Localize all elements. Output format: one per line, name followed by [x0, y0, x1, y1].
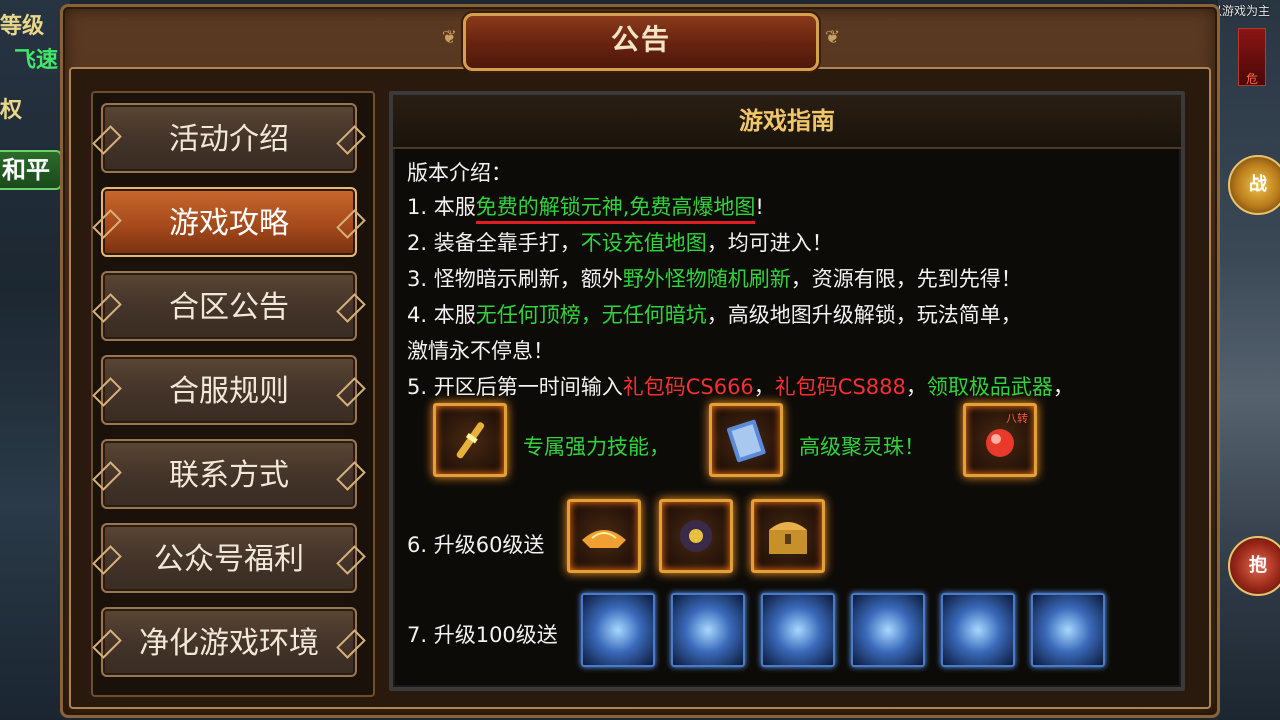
- guide-line-6: 6. 升级60级送: [407, 533, 545, 557]
- guide-line-2: 2. 装备全靠手打，不设充值地图，均可进入！: [407, 227, 833, 257]
- guide-line-4-highlight: 无任何顶榜，无任何暗坑: [475, 303, 707, 327]
- guide-intro: 版本介绍：: [407, 161, 512, 185]
- hud-level-label: 等级: [0, 14, 45, 39]
- peace-mode-button[interactable]: 和平: [0, 150, 62, 190]
- guide-line-3-prefix: 3. 怪物暗示刷新，额外: [407, 267, 623, 291]
- menu-item-clean-environment[interactable]: 净化游戏环境: [101, 607, 357, 677]
- hud-fly-label[interactable]: 飞速: [14, 42, 58, 74]
- helmet-item-icon[interactable]: [659, 499, 733, 573]
- guide-line-5-highlight: 领取极品武器: [926, 375, 1053, 399]
- guide-line-5-sep-2: ，: [905, 375, 927, 399]
- guide-line-4-continued: 激情永不停息！: [407, 339, 554, 363]
- guide-line-1-highlight: 免费的解锁元神,免费高爆地图: [475, 195, 756, 224]
- orb-badge: 八转: [1006, 412, 1028, 425]
- spirit-card-icon-2[interactable]: [941, 593, 1015, 667]
- guide-line-1-prefix: 1. 本服: [407, 195, 476, 219]
- menu-sidebar: 活动介绍 游戏攻略 合区公告 合服规则 联系方式 公众号福利 净化游戏环境: [91, 91, 375, 697]
- menu-item-wechat-benefits[interactable]: 公众号福利: [101, 523, 357, 593]
- panel-title: 公告: [463, 13, 819, 71]
- spirit-orb-icon[interactable]: 八转: [963, 403, 1037, 477]
- spirit-card-icon-3[interactable]: [1031, 593, 1105, 667]
- menu-item-contact[interactable]: 联系方式: [101, 439, 357, 509]
- guide-line-5-sep-1: ，: [753, 375, 775, 399]
- menu-item-activity[interactable]: 活动介绍: [101, 103, 357, 173]
- guide-line-5-prefix: 5. 开区后第一时间输入: [407, 375, 623, 399]
- reward-spirit-orb: 高级聚灵珠！: [799, 435, 925, 459]
- guide-line-1: 1. 本服免费的解锁元神,免费高爆地图!: [407, 191, 764, 224]
- guide-line-3-highlight: 野外怪物随机刷新: [622, 267, 791, 291]
- mount-card-icon-2[interactable]: [671, 593, 745, 667]
- guide-line-2-suffix: ，均可进入！: [706, 231, 833, 255]
- guide-line-1-suffix: !: [755, 195, 764, 219]
- guide-line-4: 4. 本服无任何顶榜，无任何暗坑，高级地图升级解锁，玩法简单，: [407, 299, 1022, 329]
- guide-header: 游戏指南: [393, 95, 1181, 149]
- guide-line-5-suffix: ，: [1052, 375, 1074, 399]
- ornament-left-icon: ❦: [441, 27, 457, 48]
- weapon-item-icon[interactable]: [433, 403, 507, 477]
- guide-line-3-suffix: ，资源有限，先到先得！: [790, 267, 1022, 291]
- guide-line-2-prefix: 2. 装备全靠手打，: [407, 231, 581, 255]
- guide-line-3: 3. 怪物暗示刷新，额外野外怪物随机刷新，资源有限，先到先得！: [407, 263, 1022, 293]
- gift-code-1: 礼包码CS666: [622, 375, 754, 399]
- mount-card-icon-1[interactable]: [581, 593, 655, 667]
- guide-line-2-highlight: 不设充值地图: [580, 231, 707, 255]
- ornament-right-icon: ❦: [825, 27, 841, 48]
- guide-line-4-prefix: 4. 本服: [407, 303, 476, 327]
- game-background-right: [1218, 0, 1280, 720]
- mount-card-icon-3[interactable]: [761, 593, 835, 667]
- hug-button[interactable]: 抱: [1228, 536, 1280, 596]
- danger-tag[interactable]: 危: [1238, 28, 1266, 86]
- menu-item-merge-rules[interactable]: 合服规则: [101, 355, 357, 425]
- armor-item-icon[interactable]: [567, 499, 641, 573]
- battle-button[interactable]: 战: [1228, 155, 1280, 215]
- treasure-chest-icon[interactable]: [751, 499, 825, 573]
- menu-item-guide[interactable]: 游戏攻略: [101, 187, 357, 257]
- guide-content: 游戏指南 版本介绍： 1. 本服免费的解锁元神,免费高爆地图! 2. 装备全靠手…: [389, 91, 1185, 691]
- skill-book-icon[interactable]: [709, 403, 783, 477]
- guide-line-5: 5. 开区后第一时间输入礼包码CS666，礼包码CS888，领取极品武器，: [407, 371, 1074, 401]
- reward-exclusive-skill: 专属强力技能，: [523, 435, 670, 459]
- gift-code-2: 礼包码CS888: [774, 375, 906, 399]
- spirit-card-icon-1[interactable]: [851, 593, 925, 667]
- guide-line-4-suffix: ，高级地图升级解锁，玩法简单，: [706, 303, 1022, 327]
- menu-item-merge-notice[interactable]: 合区公告: [101, 271, 357, 341]
- hud-right-label: 权: [0, 98, 23, 123]
- guide-line-7: 7. 升级100级送: [407, 623, 558, 647]
- announcement-panel: ❦ 公告 ❦ 活动介绍 游戏攻略 合区公告 合服规则 联系方式 公众号福利 净化…: [60, 4, 1220, 718]
